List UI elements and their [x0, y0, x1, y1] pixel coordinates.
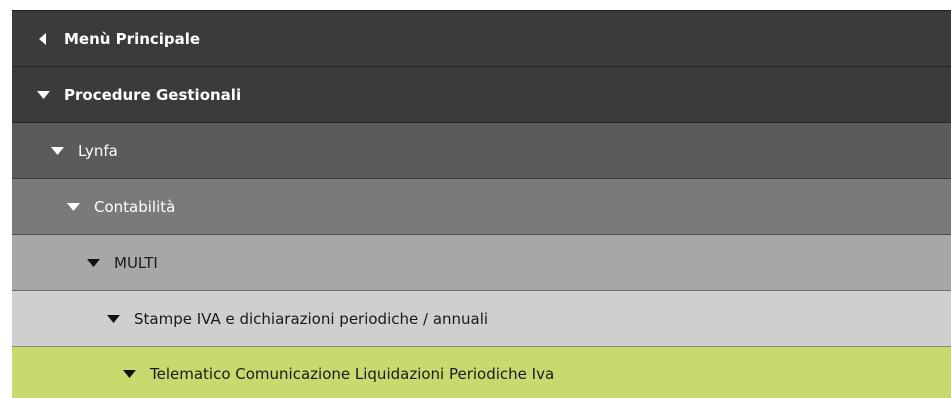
menu-item-label: Telematico Comunicazione Liquidazioni Pe… — [150, 364, 555, 383]
menu-item-lynfa[interactable]: Lynfa — [12, 123, 951, 179]
menu-item-label: MULTI — [114, 253, 158, 272]
caret-down-icon — [36, 88, 50, 102]
menu-item-contabilita[interactable]: Contabilità — [12, 179, 951, 235]
menu-item-procedure-gestionali[interactable]: Procedure Gestionali — [12, 67, 951, 123]
menu-item-telematico-selected[interactable]: Telematico Comunicazione Liquidazioni Pe… — [12, 347, 951, 398]
menu-item-stampe-iva[interactable]: Stampe IVA e dichiarazioni periodiche / … — [12, 291, 951, 347]
navigation-menu: Menù Principale Procedure Gestionali Lyn… — [12, 10, 951, 398]
menu-back-label: Menù Principale — [64, 29, 201, 48]
menu-item-label: Lynfa — [78, 141, 118, 160]
menu-item-label: Contabilità — [94, 197, 176, 216]
menu-item-multi[interactable]: MULTI — [12, 235, 951, 291]
menu-back-item[interactable]: Menù Principale — [12, 11, 951, 67]
caret-down-icon — [106, 312, 120, 326]
menu-item-label: Stampe IVA e dichiarazioni periodiche / … — [134, 309, 489, 328]
caret-down-icon — [66, 200, 80, 214]
caret-down-icon — [50, 144, 64, 158]
chevron-left-icon — [36, 32, 50, 46]
caret-down-icon — [86, 256, 100, 270]
caret-down-icon — [122, 367, 136, 381]
menu-item-label: Procedure Gestionali — [64, 85, 242, 104]
